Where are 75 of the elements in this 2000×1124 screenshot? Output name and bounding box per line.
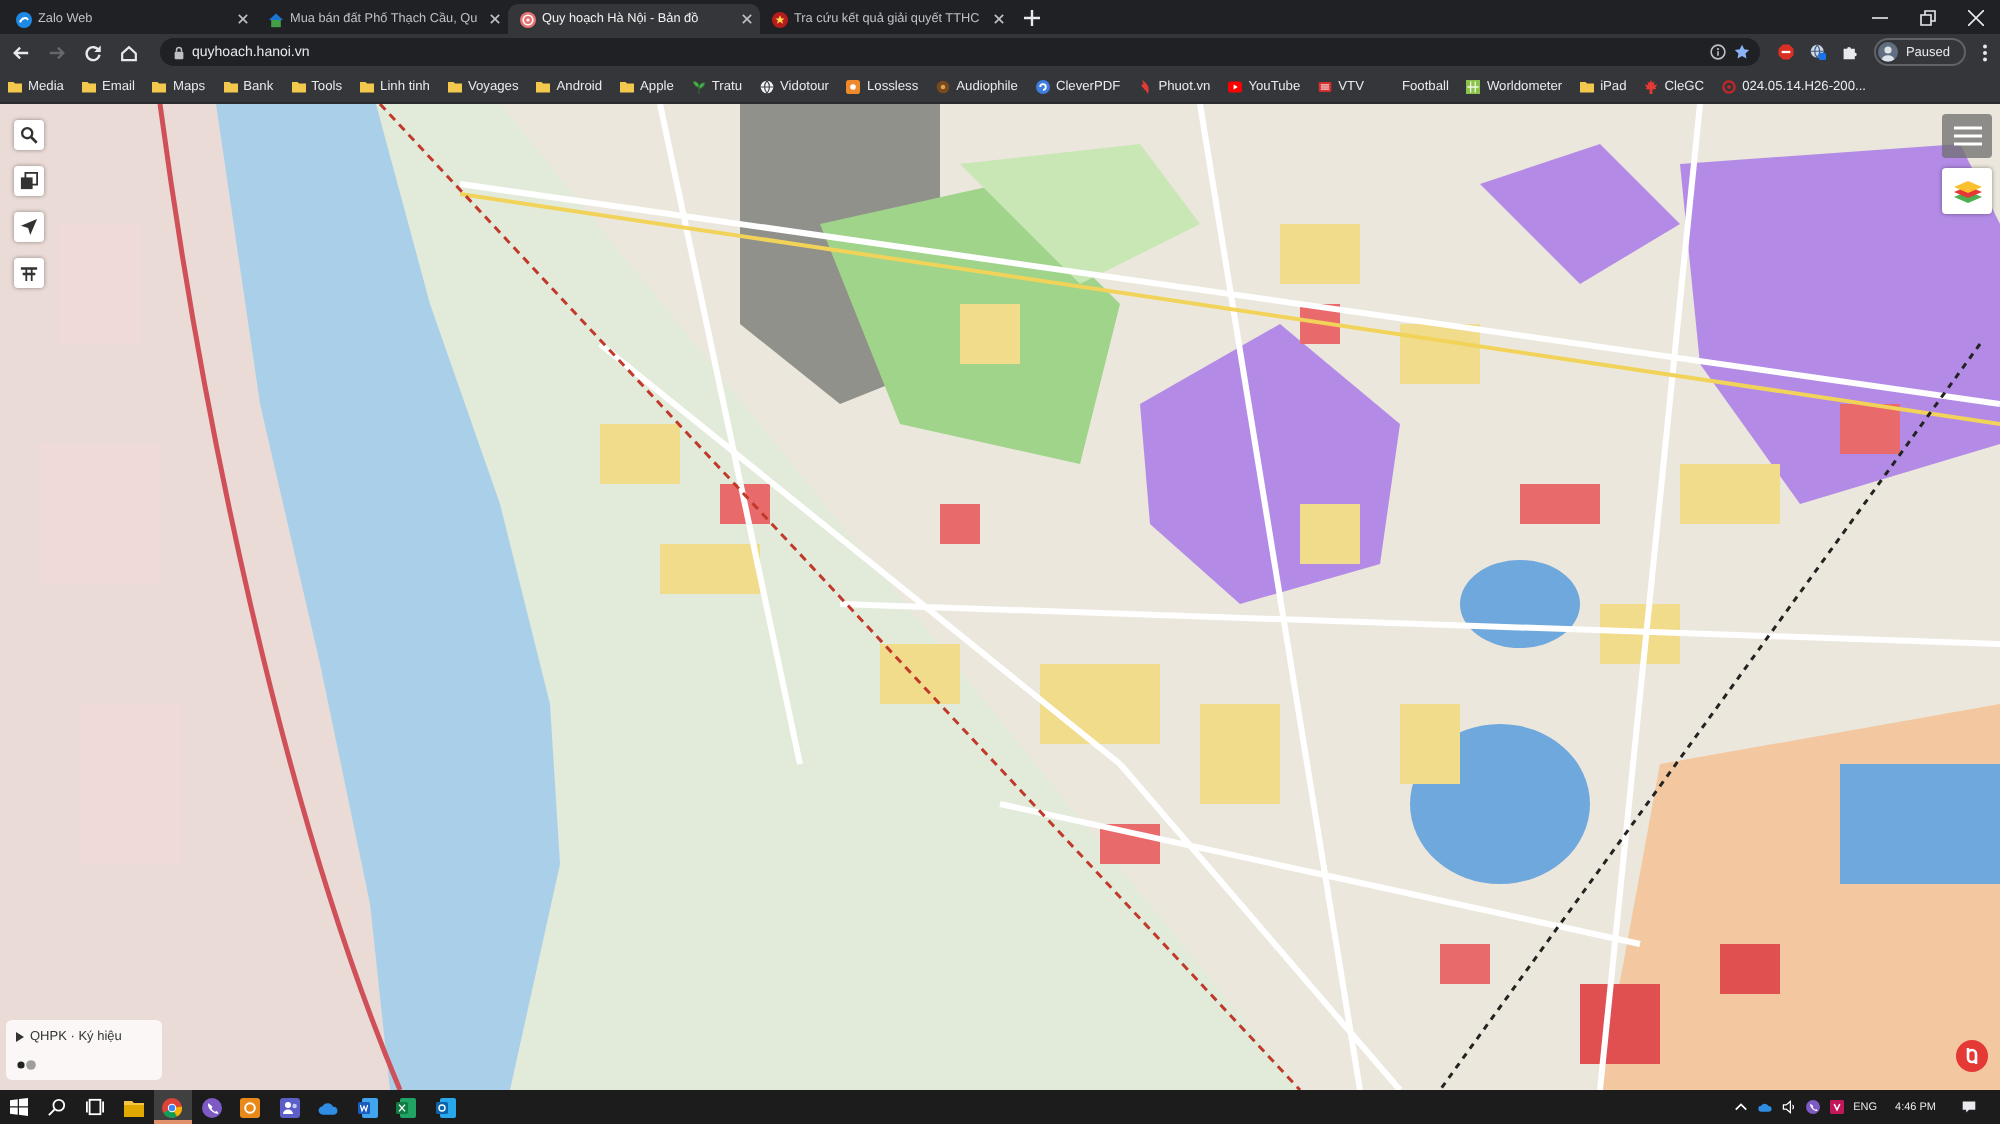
cloud-icon bbox=[318, 1097, 339, 1117]
phone-icon[interactable] bbox=[1805, 1100, 1820, 1114]
tile-icon bbox=[240, 1097, 261, 1117]
navigation-arrow-icon bbox=[20, 218, 38, 236]
tool-button[interactable] bbox=[14, 258, 44, 288]
badge-icon bbox=[1318, 79, 1333, 93]
avatar-icon bbox=[1877, 42, 1898, 62]
close-icon[interactable] bbox=[490, 14, 500, 24]
home-icon[interactable] bbox=[120, 43, 138, 61]
folder-icon bbox=[81, 79, 96, 93]
search-button[interactable] bbox=[14, 120, 44, 150]
layers-icon bbox=[1953, 179, 1981, 203]
pages-icon bbox=[20, 172, 38, 190]
tile-icon bbox=[846, 79, 861, 93]
house-icon bbox=[268, 11, 284, 27]
folder-icon bbox=[360, 79, 375, 93]
plus-icon[interactable] bbox=[1024, 10, 1040, 26]
chevron-icon[interactable] bbox=[1733, 1100, 1748, 1114]
reload-icon[interactable] bbox=[84, 43, 102, 61]
folder-icon bbox=[223, 79, 238, 93]
task-view-icon[interactable] bbox=[86, 1098, 104, 1116]
dot-icon bbox=[936, 79, 951, 93]
emblem-icon bbox=[520, 11, 536, 27]
spreadsheet-icon bbox=[396, 1097, 417, 1117]
pages-button[interactable] bbox=[14, 166, 44, 196]
folder-icon bbox=[152, 79, 167, 93]
round-logo-icon[interactable] bbox=[1956, 1040, 1988, 1072]
phone-icon bbox=[201, 1097, 222, 1117]
globe-icon[interactable] bbox=[1809, 44, 1826, 60]
lock-icon bbox=[174, 45, 184, 59]
plant-icon bbox=[691, 79, 706, 93]
round-logo-icon bbox=[162, 1097, 183, 1117]
document-icon bbox=[357, 1097, 378, 1117]
more-icon[interactable] bbox=[1982, 43, 1988, 61]
folder-icon bbox=[123, 1097, 144, 1117]
back-icon[interactable] bbox=[12, 43, 30, 61]
folder-icon bbox=[447, 79, 462, 93]
star-icon[interactable] bbox=[1733, 44, 1750, 60]
close-icon[interactable] bbox=[238, 14, 248, 24]
search-icon[interactable] bbox=[48, 1098, 66, 1116]
globe-icon bbox=[760, 79, 775, 93]
bars-icon bbox=[20, 264, 38, 282]
folder-icon bbox=[536, 79, 551, 93]
puzzle-icon[interactable] bbox=[1841, 44, 1858, 60]
round-logo-icon bbox=[16, 11, 32, 27]
tile-icon[interactable] bbox=[1829, 1100, 1844, 1114]
folder-icon bbox=[8, 79, 22, 93]
caret-icon[interactable] bbox=[16, 1032, 24, 1042]
people-icon bbox=[279, 1097, 300, 1117]
cloud-icon[interactable] bbox=[1757, 1100, 1772, 1114]
close-icon[interactable] bbox=[742, 14, 752, 24]
flame-icon bbox=[1138, 79, 1153, 93]
menu-icon bbox=[1953, 124, 1981, 148]
seal-icon bbox=[772, 11, 788, 27]
mail-icon bbox=[435, 1097, 456, 1117]
taskbar-app[interactable] bbox=[153, 1090, 192, 1124]
search-icon bbox=[20, 126, 38, 144]
play-icon bbox=[1228, 79, 1243, 93]
folder-icon bbox=[620, 79, 634, 93]
maple-leaf-icon bbox=[1644, 79, 1659, 93]
round-logo-icon bbox=[1035, 79, 1050, 93]
close-icon[interactable] bbox=[994, 14, 1004, 24]
notification-icon[interactable] bbox=[1962, 1100, 1976, 1114]
menu-button[interactable] bbox=[1942, 114, 1992, 158]
speaker-icon[interactable] bbox=[1781, 1100, 1796, 1114]
restore-icon[interactable] bbox=[1920, 9, 1936, 25]
layers-button[interactable] bbox=[1942, 168, 1992, 214]
start-icon[interactable] bbox=[10, 1098, 28, 1116]
folder-icon bbox=[291, 79, 306, 93]
octagon-icon[interactable] bbox=[1777, 44, 1794, 60]
ring-icon bbox=[1722, 79, 1737, 93]
folder-icon bbox=[1580, 79, 1595, 93]
locate-button[interactable] bbox=[14, 212, 44, 242]
grid-icon bbox=[1466, 79, 1481, 93]
info-icon[interactable] bbox=[1709, 44, 1726, 60]
